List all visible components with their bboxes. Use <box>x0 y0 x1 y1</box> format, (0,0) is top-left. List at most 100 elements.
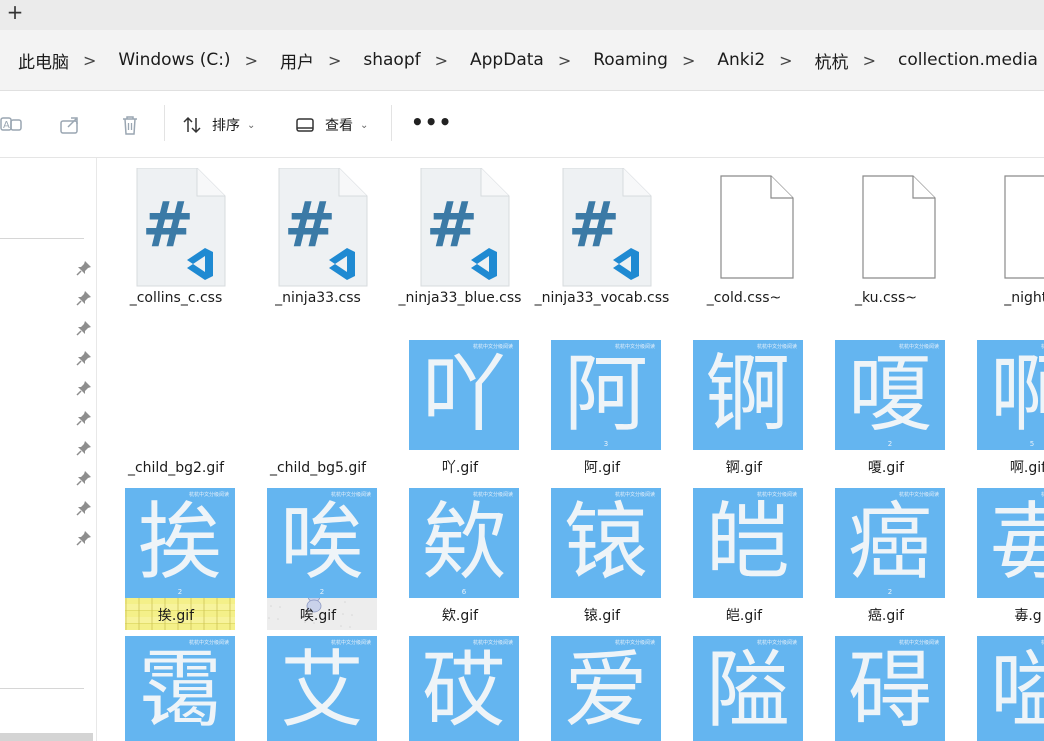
chevron-right-icon[interactable]: > <box>431 51 452 70</box>
character-image: 阿杭杭中文分级阅读 3 <box>551 340 661 450</box>
watermark-text: 杭杭中文分级阅读 <box>188 492 229 498</box>
breadcrumb-item[interactable]: 此电脑 <box>0 48 79 73</box>
file-name: _ninja33_vocab.css <box>534 290 670 306</box>
character-image: 爱杭杭中文分级阅读 <box>551 636 661 741</box>
watermark-text: 杭杭中文分级阅读 <box>330 492 371 498</box>
pin-icon <box>76 411 91 426</box>
toolbar-divider <box>164 105 165 141</box>
chevron-right-icon[interactable]: > <box>241 51 262 70</box>
pin-icon <box>76 441 91 456</box>
share-icon[interactable] <box>58 113 82 137</box>
address-bar[interactable]: 此电脑 > Windows (C:) > 用户 > shaopf > AppData > Roami… <box>0 30 1044 91</box>
vscode-icon: # <box>562 167 652 287</box>
file-name: 挨.gif <box>157 608 195 624</box>
file-name: 吖.gif <box>441 460 479 476</box>
file-name: _night. <box>1004 290 1044 306</box>
watermark-text: 杭杭中文分级阅读 <box>614 344 655 350</box>
toolbar-divider <box>391 105 392 141</box>
watermark-text: 杭杭中文分级阅读 <box>614 640 655 646</box>
pin-icon <box>76 531 91 546</box>
chevron-right-icon[interactable]: > <box>859 51 880 70</box>
file-name: 阿.gif <box>583 460 621 476</box>
character-image: 啊杭杭中文分级阅读5 <box>977 340 1044 450</box>
pin-icon <box>76 381 91 396</box>
breadcrumb-item[interactable]: 用户 <box>262 48 324 73</box>
watermark-text: 杭杭中文分级阅读 <box>898 344 939 350</box>
more-options-button[interactable]: ••• <box>411 110 452 134</box>
character-glyph: 唉 <box>279 493 364 591</box>
character-glyph: 嗄 <box>847 345 932 443</box>
breadcrumb-item[interactable]: Roaming <box>575 50 678 70</box>
blank-file-icon <box>720 175 794 279</box>
file-name: _collins_c.css <box>129 290 223 306</box>
character-image: 锿杭杭中文分级阅读 <box>551 488 661 598</box>
breadcrumb-item[interactable]: Anki2 <box>699 50 775 70</box>
file-name: _ku.css~ <box>854 290 917 306</box>
character-image: 挨杭杭中文分级阅读 2 <box>125 488 235 598</box>
vscode-icon: # <box>278 167 368 287</box>
character-image: 艾杭杭中文分级阅读 <box>267 636 377 741</box>
character-image: 唉杭杭中文分级阅读 2 <box>267 488 377 598</box>
pin-icon <box>76 471 91 486</box>
character-glyph: 锿 <box>563 493 648 591</box>
character-glyph: 癌 <box>847 493 932 591</box>
breadcrumb-item[interactable]: 杭杭 <box>797 48 859 73</box>
chevron-right-icon[interactable]: > <box>79 51 100 70</box>
character-image: 吖杭杭中文分级阅读 <box>409 340 519 450</box>
new-tab-button[interactable]: + <box>5 1 25 25</box>
stroke-count: 2 <box>887 588 893 596</box>
pin-icon <box>76 351 91 366</box>
svg-text:#: # <box>568 188 620 261</box>
file-name: 嗄.gif <box>867 460 905 476</box>
character-image: 嗌杭杭中文分级阅读 <box>977 636 1044 741</box>
chevron-right-icon[interactable]: > <box>678 51 699 70</box>
breadcrumb-item[interactable]: shaopf <box>345 50 430 70</box>
breadcrumb-item[interactable]: Windows (C:) <box>100 50 240 70</box>
file-grid: # _collins_c.css # _ninja33.css # _ninja33_bl… <box>97 158 1044 741</box>
character-glyph: 艾 <box>279 641 364 739</box>
file-name: 皑.gif <box>725 608 763 624</box>
chevron-right-icon[interactable]: > <box>324 51 345 70</box>
watermark-text: 杭杭中文分级阅读 <box>756 344 797 350</box>
character-glyph: 挨 <box>137 493 222 591</box>
view-label: 查看 <box>325 118 353 134</box>
file-name: 毐.g <box>1014 608 1042 624</box>
chevron-right-icon[interactable]: > <box>775 51 796 70</box>
character-glyph: 锕 <box>705 345 790 443</box>
stroke-count: 3 <box>603 440 609 448</box>
stroke-count: 2 <box>177 588 183 596</box>
pin-icon <box>76 261 91 276</box>
translate-icon[interactable]: A <box>0 113 24 137</box>
file-thumbnail: # <box>409 167 519 288</box>
delete-icon[interactable] <box>118 113 142 137</box>
character-image: 嗄杭杭中文分级阅读 2 <box>835 340 945 450</box>
nav-scrollbar[interactable] <box>0 733 93 741</box>
svg-text:A: A <box>3 120 10 131</box>
file-name: 欸.gif <box>441 608 479 624</box>
character-glyph: 皑 <box>705 493 790 591</box>
file-thumbnail: # <box>551 167 661 288</box>
watermark-text: 杭杭中文分级阅读 <box>898 492 939 498</box>
watermark-text: 杭杭中文分级阅读 <box>472 492 513 498</box>
file-name: _ninja33.css <box>275 290 361 306</box>
chevron-right-icon[interactable]: > <box>554 51 575 70</box>
file-name: _child_bg5.gif <box>269 460 367 476</box>
character-image: 锕杭杭中文分级阅读 <box>693 340 803 450</box>
view-button[interactable]: 查看 ⌄ <box>295 111 368 139</box>
character-glyph: 阿 <box>563 345 648 443</box>
chevron-down-icon: ⌄ <box>247 119 256 131</box>
character-image: 霭杭杭中文分级阅读 <box>125 636 235 741</box>
watermark-text: 杭杭中文分级阅读 <box>472 344 513 350</box>
breadcrumb: 此电脑 > Windows (C:) > 用户 > shaopf > AppData > Roami… <box>0 30 1044 90</box>
sort-button[interactable]: 排序 ⌄ <box>182 111 255 139</box>
file-name: 锕.gif <box>725 460 763 476</box>
breadcrumb-item[interactable]: collection.media <box>880 50 1044 70</box>
character-glyph: 碍 <box>847 641 932 739</box>
svg-text:#: # <box>284 188 336 261</box>
breadcrumb-item[interactable]: AppData <box>452 50 554 70</box>
file-name: 啊.gif <box>1009 460 1044 476</box>
pin-icon <box>76 501 91 516</box>
character-image: 砹杭杭中文分级阅读 <box>409 636 519 741</box>
svg-text:#: # <box>142 188 194 261</box>
watermark-text: 杭杭中文分级阅读 <box>330 640 371 646</box>
